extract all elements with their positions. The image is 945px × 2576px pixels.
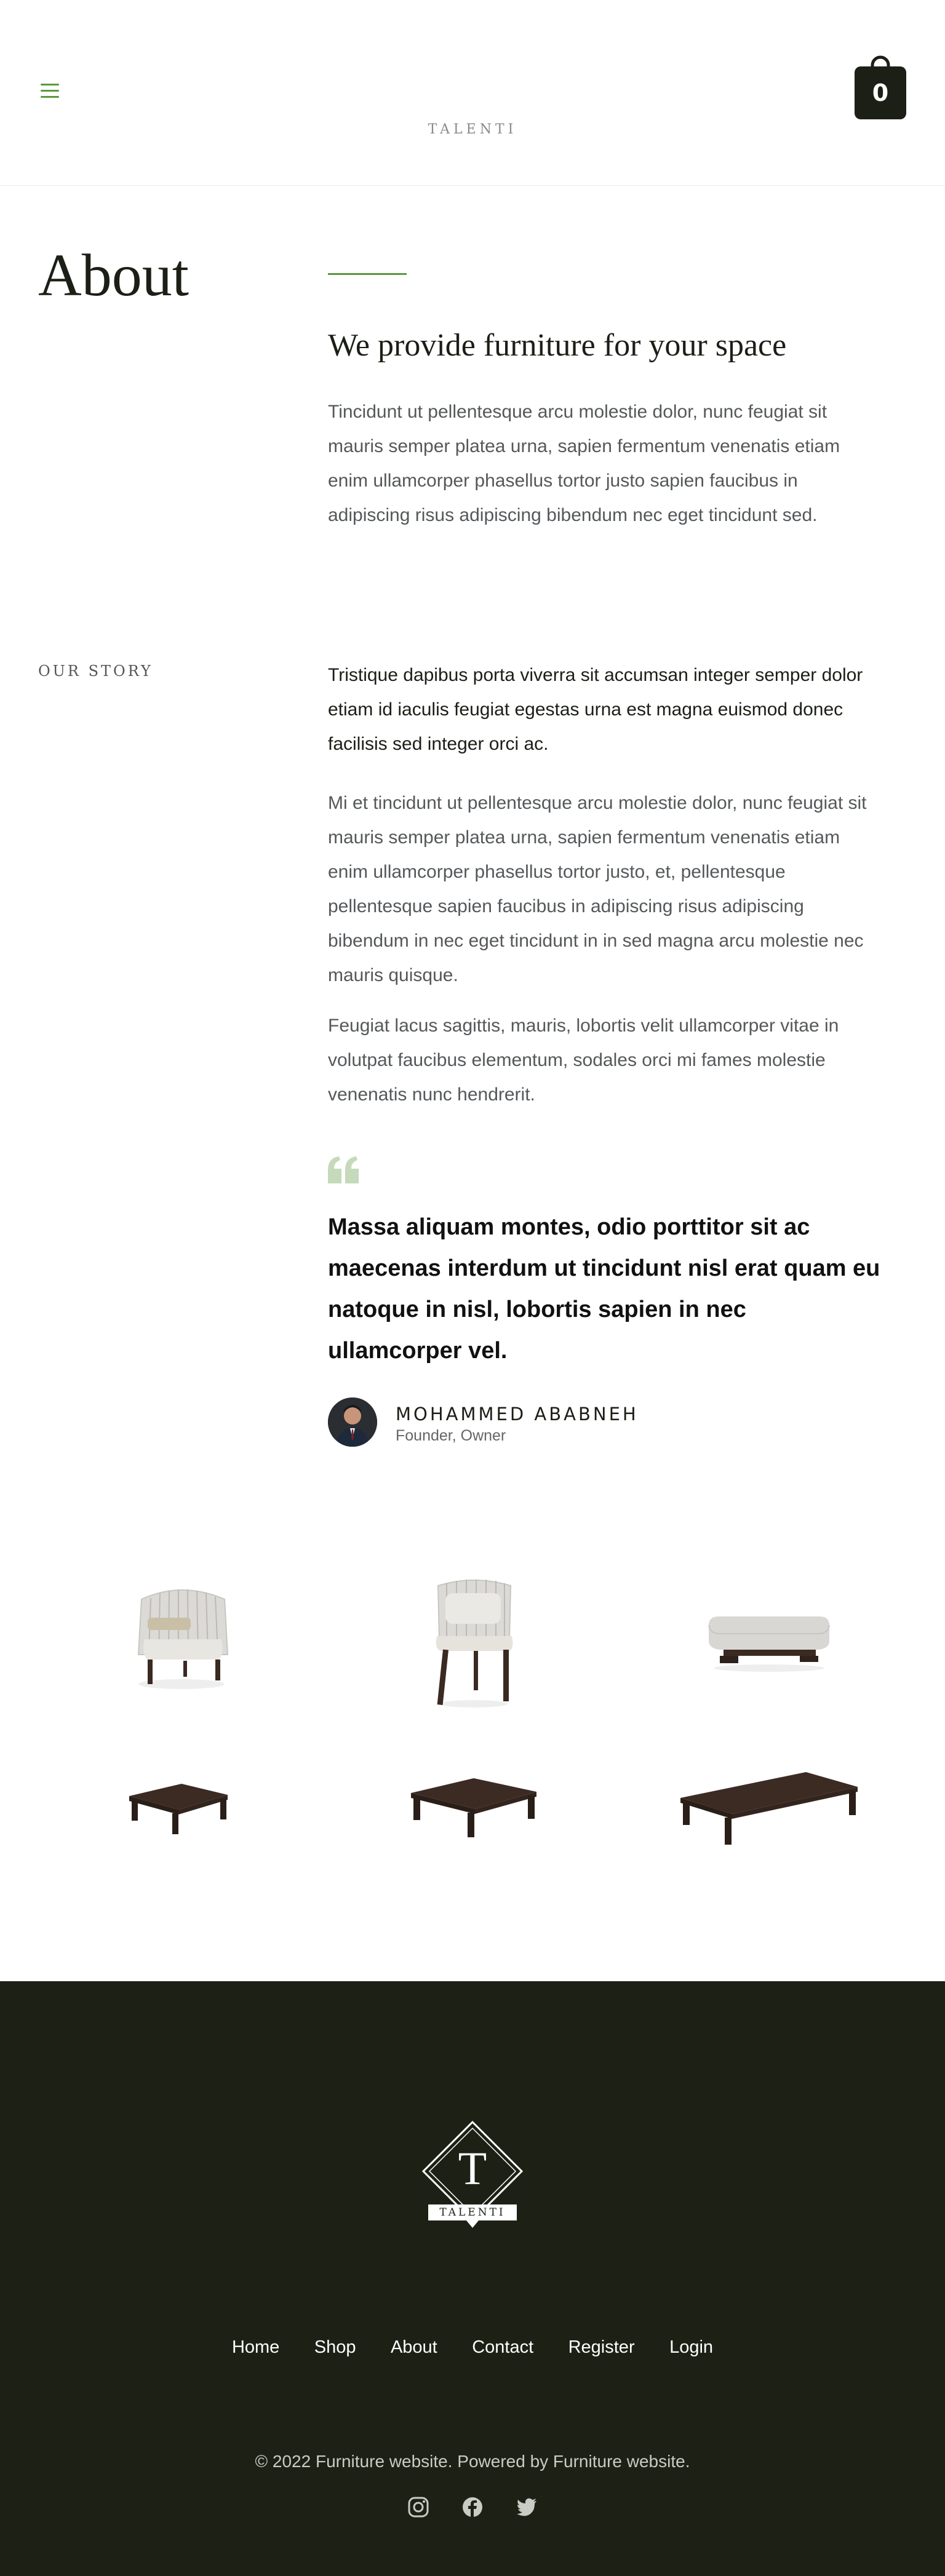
page-title: About [38,242,189,309]
footer-nav-register[interactable]: Register [568,2337,635,2358]
product-dining-chair[interactable] [425,1575,523,1710]
facebook-icon[interactable] [461,2496,484,2521]
cart-button[interactable]: 0 [855,55,906,119]
twitter-icon[interactable] [516,2496,538,2521]
product-lounge-armchair[interactable] [123,1581,240,1691]
footer-nav-login[interactable]: Login [669,2337,713,2358]
site-header: TALENTI 0 [0,0,945,186]
story-label: OUR STORY [38,662,153,680]
footer-nav-about[interactable]: About [391,2337,437,2358]
hamburger-menu-icon[interactable] [38,81,62,101]
social-links [0,2496,945,2521]
product-ottoman[interactable] [701,1612,837,1673]
footer-logo[interactable]: T TALENTI [420,2120,525,2236]
product-square-coffee-table[interactable] [406,1775,541,1842]
logo-text: TALENTI [439,2206,506,2219]
footer-nav-shop[interactable]: Shop [314,2337,356,2358]
site-footer [0,1981,945,2576]
about-heading: We provide furniture for your space [328,328,787,363]
story-paragraph: Mi et tincidunt ut pellentesque arcu mol… [328,793,867,985]
footer-nav-home[interactable]: Home [232,2337,279,2358]
logo-letter: T [458,2143,487,2195]
copyright-text: © 2022 Furniture website. Powered by Fur… [255,2452,690,2471]
about-text: Tincidunt ut pellentesque arcu molestie … [328,402,840,525]
product-long-coffee-table[interactable] [677,1768,861,1848]
product-small-coffee-table[interactable] [123,1778,234,1839]
author-role: Founder, Owner [396,1427,506,1444]
quote-icon [328,1156,359,1183]
story-paragraph: Feugiat lacus sagittis, mauris, lobortis… [328,1016,839,1105]
testimonial-quote: Massa aliquam montes, odio porttitor sit… [328,1214,880,1364]
instagram-icon[interactable] [407,2496,429,2521]
author-name: MOHAMMED ABABNEH [396,1404,639,1425]
footer-nav: Home Shop About Contact Register Login [0,2337,945,2358]
footer-nav-contact[interactable]: Contact [472,2337,533,2358]
avatar [328,1397,377,1447]
site-title[interactable]: TALENTI [0,122,945,137]
accent-divider [328,273,407,275]
story-lead-paragraph: Tristique dapibus porta viverra sit accu… [328,665,863,754]
cart-count: 0 [872,79,889,106]
